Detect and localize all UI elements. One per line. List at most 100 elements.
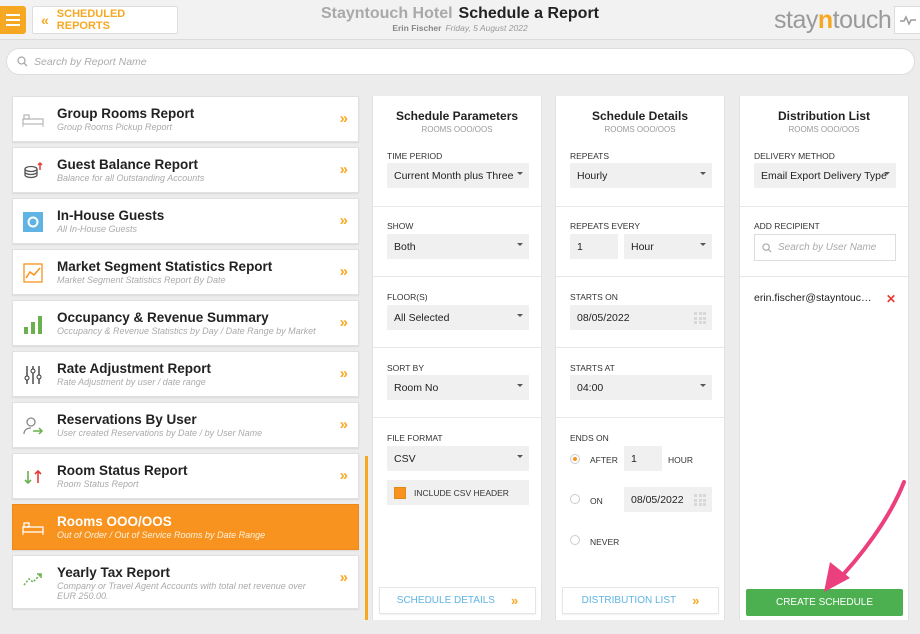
- report-desc: Rate Adjustment by user / date range: [57, 377, 206, 387]
- activity-button[interactable]: [894, 6, 920, 34]
- double-chevron-right-icon: »: [339, 161, 348, 178]
- panel-subtitle: ROOMS OOO/OOS: [788, 125, 860, 134]
- line-chart-icon: [21, 263, 45, 283]
- panel-title: Distribution List: [778, 109, 870, 123]
- on-label: ON: [590, 496, 603, 506]
- report-item-guest-balance[interactable]: Guest Balance Report Balance for all Out…: [12, 147, 359, 193]
- recipient-search-input[interactable]: Search by User Name: [754, 234, 896, 261]
- ends-never-radio[interactable]: [570, 535, 580, 545]
- search-icon: [17, 56, 28, 67]
- menu-button[interactable]: [0, 6, 26, 34]
- stayntouch-logo: stayntouch: [774, 6, 892, 35]
- report-name: Group Rooms Report: [57, 106, 195, 121]
- section-divider: [373, 276, 541, 277]
- double-chevron-left-icon: «: [41, 12, 49, 28]
- report-item-occupancy-revenue[interactable]: Occupancy & Revenue Summary Occupancy & …: [12, 300, 359, 346]
- report-name: Market Segment Statistics Report: [57, 259, 273, 274]
- include-csv-header-checkbox[interactable]: INCLUDE CSV HEADER: [387, 480, 529, 505]
- report-desc: Room Status Report: [57, 479, 139, 489]
- report-item-in-house-guests[interactable]: In-House Guests All In-House Guests »: [12, 198, 359, 244]
- section-divider: [556, 206, 724, 207]
- report-desc: Market Segment Statistics Report By Date: [57, 275, 226, 285]
- floors-select[interactable]: All Selected: [387, 305, 529, 330]
- file-format-select[interactable]: CSV: [387, 446, 529, 471]
- sliders-icon: [21, 365, 45, 385]
- ends-after-input[interactable]: 1: [624, 446, 662, 471]
- sort-by-select[interactable]: Room No: [387, 375, 529, 400]
- report-item-yearly-tax[interactable]: Yearly Tax Report Company or Travel Agen…: [12, 555, 359, 609]
- caret-down-icon: [700, 384, 706, 387]
- double-chevron-right-icon: »: [510, 593, 519, 608]
- section-divider: [373, 347, 541, 348]
- show-select[interactable]: Both: [387, 234, 529, 259]
- report-list-scrollbar[interactable]: [365, 456, 368, 620]
- report-name: In-House Guests: [57, 208, 165, 223]
- trend-icon: [21, 569, 45, 589]
- repeats-every-unit-select[interactable]: Hour: [624, 234, 712, 259]
- business-date: Friday, 5 August 2022: [445, 23, 528, 33]
- repeats-select[interactable]: Hourly: [570, 163, 712, 188]
- report-desc: Occupancy & Revenue Statistics by Day / …: [57, 326, 316, 336]
- floors-label: FLOOR(S): [387, 292, 428, 302]
- time-period-value: Current Month plus Three: [394, 169, 514, 182]
- bed-icon: [21, 518, 45, 538]
- page-title: Schedule a Report: [458, 5, 600, 22]
- recipient-search-placeholder: Search by User Name: [778, 242, 877, 253]
- user-name: Erin Fischer: [392, 23, 442, 33]
- never-label: NEVER: [590, 537, 620, 547]
- report-item-room-status[interactable]: Room Status Report Room Status Report »: [12, 453, 359, 499]
- report-name: Rate Adjustment Report: [57, 361, 212, 376]
- double-chevron-right-icon: »: [339, 569, 348, 586]
- remove-recipient-icon[interactable]: ✕: [886, 292, 896, 306]
- caret-down-icon: [700, 172, 706, 175]
- search-icon: [762, 242, 772, 253]
- recipient-email: erin.fischer@stayntouch.com: [754, 292, 874, 304]
- repeats-every-unit: Hour: [631, 240, 654, 253]
- checkbox-checked: [394, 486, 406, 499]
- report-desc: User created Reservations by Date / by U…: [57, 428, 263, 438]
- section-divider: [740, 206, 908, 207]
- section-divider: [556, 417, 724, 418]
- report-search-input[interactable]: Search by Report Name: [6, 48, 915, 75]
- show-value: Both: [394, 240, 416, 253]
- report-item-group-rooms[interactable]: Group Rooms Report Group Rooms Pickup Re…: [12, 96, 359, 142]
- report-item-reservations-by-user[interactable]: Reservations By User User created Reserv…: [12, 402, 359, 448]
- starts-on-label: STARTS ON: [570, 292, 618, 302]
- time-period-select[interactable]: Current Month plus Three: [387, 163, 529, 188]
- hamburger-icon: [6, 14, 20, 16]
- starts-on-date-input[interactable]: 08/05/2022: [570, 305, 712, 330]
- repeats-every-input[interactable]: 1: [570, 234, 618, 259]
- report-name: Yearly Tax Report: [57, 565, 171, 580]
- starts-at-select[interactable]: 04:00: [570, 375, 712, 400]
- back-to-scheduled-reports-button[interactable]: « SCHEDULED REPORTS: [32, 6, 178, 34]
- double-chevron-right-icon: »: [339, 467, 348, 484]
- create-schedule-button[interactable]: CREATE SCHEDULE: [746, 589, 903, 616]
- schedule-details-button[interactable]: SCHEDULE DETAILS »: [379, 587, 536, 614]
- starts-at-label: STARTS AT: [570, 363, 615, 373]
- panel-subtitle: ROOMS OOO/OOS: [421, 125, 493, 134]
- calendar-icon: [694, 312, 706, 324]
- double-chevron-right-icon: »: [339, 110, 348, 127]
- coins-icon: [21, 161, 45, 181]
- distribution-list-button[interactable]: DISTRIBUTION LIST »: [562, 587, 719, 614]
- after-unit-label: HOUR: [668, 455, 694, 465]
- top-bar: « SCHEDULED REPORTS Stayntouch Hotel Sche…: [0, 0, 920, 40]
- time-period-label: TIME PERIOD: [387, 151, 443, 161]
- report-name: Guest Balance Report: [57, 157, 199, 172]
- logo-part-1: stay: [774, 6, 818, 34]
- report-item-market-segment[interactable]: Market Segment Statistics Report Market …: [12, 249, 359, 295]
- report-item-rate-adjustment[interactable]: Rate Adjustment Report Rate Adjustment b…: [12, 351, 359, 397]
- schedule-details-panel: Schedule Details ROOMS OOO/OOS REPEATS H…: [555, 96, 725, 620]
- up-down-arrows-icon: [21, 467, 45, 487]
- repeats-value: Hourly: [577, 169, 608, 182]
- after-label: AFTER: [590, 455, 618, 465]
- ends-on-radio[interactable]: [570, 494, 580, 504]
- delivery-method-value: Email Export Delivery Type: [761, 169, 887, 182]
- report-item-rooms-ooo-oos[interactable]: Rooms OOO/OOS Out of Order / Out of Serv…: [12, 504, 359, 550]
- repeats-every-label: REPEATS EVERY: [570, 221, 641, 231]
- ends-after-radio[interactable]: [570, 454, 580, 464]
- delivery-method-select[interactable]: Email Export Delivery Type: [754, 163, 896, 188]
- double-chevron-right-icon: »: [339, 365, 348, 382]
- search-placeholder: Search by Report Name: [34, 55, 147, 68]
- ends-on-date-input[interactable]: 08/05/2022: [624, 487, 712, 512]
